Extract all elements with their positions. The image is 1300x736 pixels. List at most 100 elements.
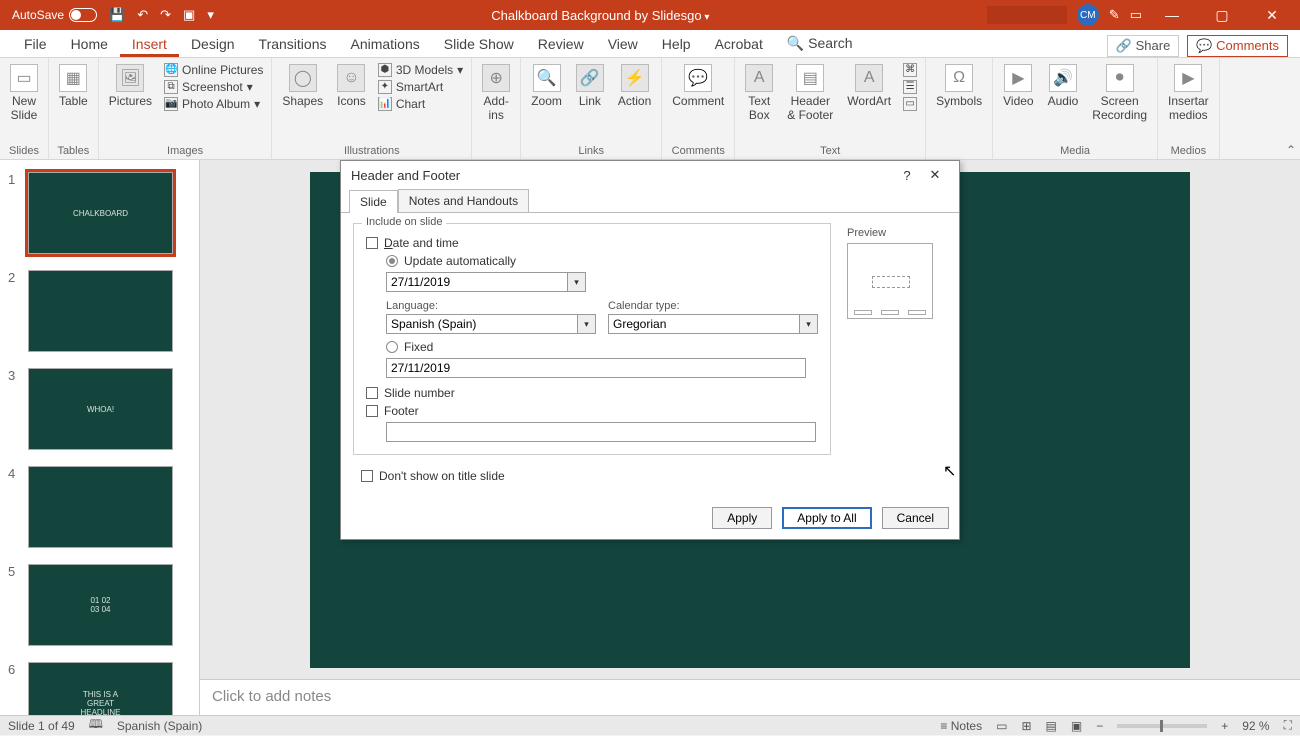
tab-design[interactable]: Design — [179, 31, 247, 57]
apply-all-button[interactable]: Apply to All — [782, 507, 871, 529]
status-lang[interactable]: Spanish (Spain) — [117, 719, 202, 733]
tab-review[interactable]: Review — [526, 31, 596, 57]
calendar-input[interactable] — [609, 317, 799, 331]
view-slideshow-icon[interactable]: ▣ — [1071, 719, 1082, 733]
dialog-help-button[interactable]: ? — [893, 168, 921, 183]
zoom-percent[interactable]: 92 % — [1242, 719, 1269, 733]
smartart-button[interactable]: ✦SmartArt — [376, 79, 465, 95]
tab-search[interactable]: 🔍 Search — [775, 30, 865, 57]
slidenumber-checkbox[interactable] — [366, 387, 378, 399]
tab-slideshow[interactable]: Slide Show — [432, 31, 526, 57]
comments-button[interactable]: 💬 Comments — [1187, 35, 1288, 57]
save-icon[interactable]: 💾 — [109, 7, 125, 23]
view-sorter-icon[interactable]: ⊞ — [1021, 719, 1031, 733]
link-button[interactable]: 🔗Link — [572, 62, 608, 110]
status-notes-button[interactable]: ≡ Notes — [940, 719, 982, 733]
window-close[interactable]: ✕ — [1252, 7, 1292, 24]
fixed-input[interactable] — [386, 358, 806, 378]
text-more-2[interactable]: ☰ — [901, 79, 919, 95]
screenshot-button[interactable]: ⧉Screenshot ▾ — [162, 79, 265, 95]
date-combo[interactable]: ▾ — [386, 272, 586, 292]
wordart-button[interactable]: AWordArt — [843, 62, 895, 110]
thumb-3[interactable]: WHOA! — [28, 368, 173, 450]
text-more-3[interactable]: ▭ — [901, 96, 919, 112]
audio-button[interactable]: 🔊Audio — [1044, 62, 1083, 110]
status-accessibility-icon[interactable]: 🕮 — [89, 715, 103, 736]
video-button[interactable]: ▶Video — [999, 62, 1037, 110]
undo-icon[interactable]: ↶ — [137, 7, 148, 23]
pictures-button[interactable]: 🖼Pictures — [105, 62, 156, 110]
date-combo-button[interactable]: ▾ — [567, 273, 585, 291]
fixed-radio[interactable] — [386, 341, 398, 353]
tab-help[interactable]: Help — [650, 31, 703, 57]
footer-checkbox[interactable] — [366, 405, 378, 417]
zoom-out-icon[interactable]: − — [1096, 719, 1103, 733]
text-more-1[interactable]: ⌘ — [901, 62, 919, 78]
view-normal-icon[interactable]: ▭ — [996, 719, 1007, 733]
window-maximize[interactable]: ▢ — [1202, 7, 1242, 24]
footer-input[interactable] — [386, 422, 816, 442]
dontshow-checkbox[interactable] — [361, 470, 373, 482]
thumb-6[interactable]: THIS IS A GREAT HEADLINE — [28, 662, 173, 715]
pen-icon[interactable]: ✎ — [1109, 7, 1120, 23]
view-reading-icon[interactable]: ▤ — [1046, 719, 1057, 733]
redo-icon[interactable]: ↷ — [160, 7, 171, 23]
thumb-5[interactable]: 01 02 03 04 — [28, 564, 173, 646]
language-combo-button[interactable]: ▾ — [577, 315, 595, 333]
slide-panel[interactable]: 1CHALKBOARD 2 3WHOA! 4 501 02 03 04 6THI… — [0, 160, 200, 715]
online-pictures-button[interactable]: 🌐Online Pictures — [162, 62, 265, 78]
textbox-button[interactable]: AText Box — [741, 62, 777, 124]
icons-button[interactable]: ☺Icons — [333, 62, 370, 110]
calendar-combo-button[interactable]: ▾ — [799, 315, 817, 333]
dialog-tab-notes[interactable]: Notes and Handouts — [398, 189, 529, 212]
tab-view[interactable]: View — [596, 31, 650, 57]
tab-insert[interactable]: Insert — [120, 31, 179, 57]
account-badge[interactable]: CM — [1077, 4, 1099, 26]
language-combo[interactable]: ▾ — [386, 314, 596, 334]
insertar-medios-button[interactable]: ▶Insertar medios — [1164, 62, 1213, 124]
language-input[interactable] — [387, 317, 577, 331]
notes-panel[interactable]: Click to add notes — [200, 679, 1300, 715]
dialog-tab-slide[interactable]: Slide — [349, 190, 398, 213]
cancel-button[interactable]: Cancel — [882, 507, 949, 529]
zoom-fit-icon[interactable]: ⛶ — [1284, 718, 1292, 733]
tab-acrobat[interactable]: Acrobat — [703, 31, 775, 57]
table-button[interactable]: ▦Table — [55, 62, 92, 110]
headerfooter-button[interactable]: ▤Header & Footer — [783, 62, 837, 124]
datetime-checkbox[interactable] — [366, 237, 378, 249]
thumb-1[interactable]: CHALKBOARD — [28, 172, 173, 254]
document-title[interactable]: Chalkboard Background by Slidesgo — [491, 8, 709, 23]
share-button[interactable]: 🔗 Share — [1107, 35, 1180, 57]
title-search-box[interactable] — [987, 6, 1067, 24]
zoom-button[interactable]: 🔍Zoom — [527, 62, 566, 110]
ribbon-display-icon[interactable]: ▭ — [1130, 7, 1142, 23]
tab-home[interactable]: Home — [59, 31, 120, 57]
photo-album-button[interactable]: 📷Photo Album ▾ — [162, 96, 265, 112]
symbols-button[interactable]: ΩSymbols — [932, 62, 986, 110]
zoom-slider[interactable] — [1117, 724, 1207, 728]
new-slide-button[interactable]: ▭New Slide — [6, 62, 42, 124]
calendar-combo[interactable]: ▾ — [608, 314, 818, 334]
thumb-2[interactable] — [28, 270, 173, 352]
zoom-in-icon[interactable]: + — [1221, 719, 1228, 733]
apply-button[interactable]: Apply — [712, 507, 772, 529]
3d-models-button[interactable]: ⬢3D Models ▾ — [376, 62, 465, 78]
screenrec-button[interactable]: ⏺Screen Recording — [1088, 62, 1151, 124]
comment-button[interactable]: 💬Comment — [668, 62, 728, 110]
tab-animations[interactable]: Animations — [338, 31, 431, 57]
toggle-off-icon[interactable] — [69, 8, 97, 22]
dialog-close-button[interactable]: ✕ — [921, 167, 949, 183]
tab-file[interactable]: File — [12, 31, 59, 57]
date-input[interactable] — [387, 275, 567, 289]
addins-button[interactable]: ⊕Add- ins — [478, 62, 514, 124]
autosave-toggle[interactable]: AutoSave — [12, 8, 97, 22]
update-auto-radio[interactable] — [386, 255, 398, 267]
ribbon-collapse-icon[interactable]: ⌃ — [1286, 143, 1296, 157]
action-button[interactable]: ⚡Action — [614, 62, 655, 110]
chart-button[interactable]: 📊Chart — [376, 96, 465, 112]
tab-transitions[interactable]: Transitions — [247, 31, 339, 57]
shapes-button[interactable]: ◯Shapes — [278, 62, 327, 110]
present-icon[interactable]: ▣ — [183, 7, 195, 23]
thumb-4[interactable] — [28, 466, 173, 548]
window-minimize[interactable]: — — [1152, 7, 1192, 23]
